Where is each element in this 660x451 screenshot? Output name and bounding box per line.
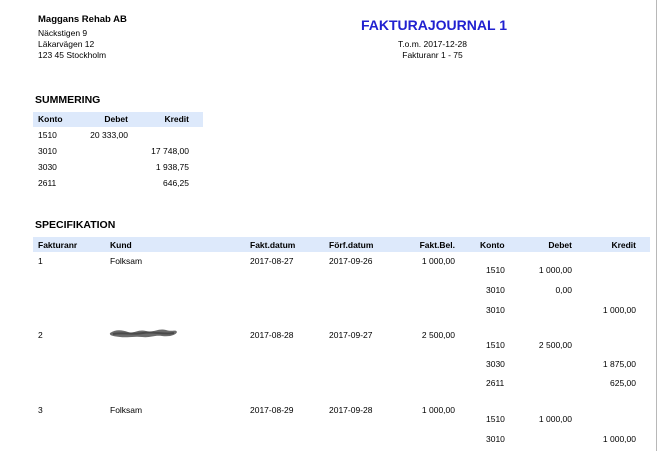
summary-col-kredit: Kredit: [164, 114, 189, 124]
summary-kredit: 17 748,00: [151, 146, 189, 156]
summary-title: SUMMERING: [35, 94, 101, 106]
spec-col-kund: Kund: [110, 240, 132, 250]
report-period: T.o.m. 2017-12-28: [398, 39, 467, 49]
invoice-customer: Folksam: [110, 405, 143, 415]
summary-konto: 2611: [38, 178, 57, 188]
summary-kredit: 646,25: [163, 178, 189, 188]
invoice-amount: 1 000,00: [421, 256, 455, 266]
line-konto: 1510: [486, 340, 505, 350]
line-konto: 1510: [486, 414, 505, 424]
line-kredit: 1 000,00: [602, 305, 636, 315]
line-konto: 1510: [486, 265, 505, 275]
invoice-due-date: 2017-09-27: [329, 330, 373, 340]
summary-konto: 1510: [38, 130, 57, 140]
line-kredit: 625,00: [610, 378, 636, 388]
invoice-date: 2017-08-28: [250, 330, 294, 340]
invoice-date: 2017-08-29: [250, 405, 294, 415]
line-debet: 0,00: [555, 285, 572, 295]
spec-col-forf-datum: Förf.datum: [329, 240, 374, 250]
line-konto: 3010: [486, 434, 505, 444]
spec-col-fakt-bel: Fakt.Bel.: [419, 240, 455, 250]
line-debet: 2 500,00: [538, 340, 572, 350]
specification-title: SPECIFIKATION: [35, 219, 116, 231]
invoice-date: 2017-08-27: [250, 256, 294, 266]
company-address-line-1: Näckstigen 9: [38, 28, 88, 38]
summary-konto: 3030: [38, 162, 57, 172]
summary-debet: 20 333,00: [90, 130, 128, 140]
page-border: [656, 0, 657, 451]
company-address-line-2: Läkarvägen 12: [38, 39, 95, 49]
summary-kredit: 1 938,75: [155, 162, 189, 172]
invoice-number: 3: [38, 405, 43, 415]
line-konto: 2611: [486, 378, 505, 388]
redacted-customer-name: [109, 329, 177, 338]
company-address-line-3: 123 45 Stockholm: [38, 50, 107, 60]
report-range: Fakturanr 1 - 75: [402, 50, 463, 60]
invoice-due-date: 2017-09-26: [329, 256, 373, 266]
line-debet: 1 000,00: [538, 414, 572, 424]
invoice-number: 2: [38, 330, 43, 340]
line-kredit: 1 875,00: [602, 359, 636, 369]
invoice-amount: 1 000,00: [421, 405, 455, 415]
invoice-number: 1: [38, 256, 43, 266]
invoice-due-date: 2017-09-28: [329, 405, 373, 415]
line-debet: 1 000,00: [538, 265, 572, 275]
spec-col-konto: Konto: [480, 240, 505, 250]
invoice-amount: 2 500,00: [421, 330, 455, 340]
invoice-customer: Folksam: [110, 256, 143, 266]
line-konto: 3010: [486, 285, 505, 295]
spec-col-fakt-datum: Fakt.datum: [250, 240, 296, 250]
summary-konto: 3010: [38, 146, 57, 156]
company-name: Maggans Rehab AB: [38, 14, 127, 25]
spec-col-fakturanr: Fakturanr: [38, 240, 78, 250]
spec-col-kredit: Kredit: [611, 240, 636, 250]
line-kredit: 1 000,00: [602, 434, 636, 444]
line-konto: 3010: [486, 305, 505, 315]
report-title: FAKTURAJOURNAL 1: [361, 17, 507, 33]
line-konto: 3030: [486, 359, 505, 369]
spec-col-debet: Debet: [548, 240, 572, 250]
summary-col-konto: Konto: [38, 114, 63, 124]
summary-col-debet: Debet: [104, 114, 128, 124]
